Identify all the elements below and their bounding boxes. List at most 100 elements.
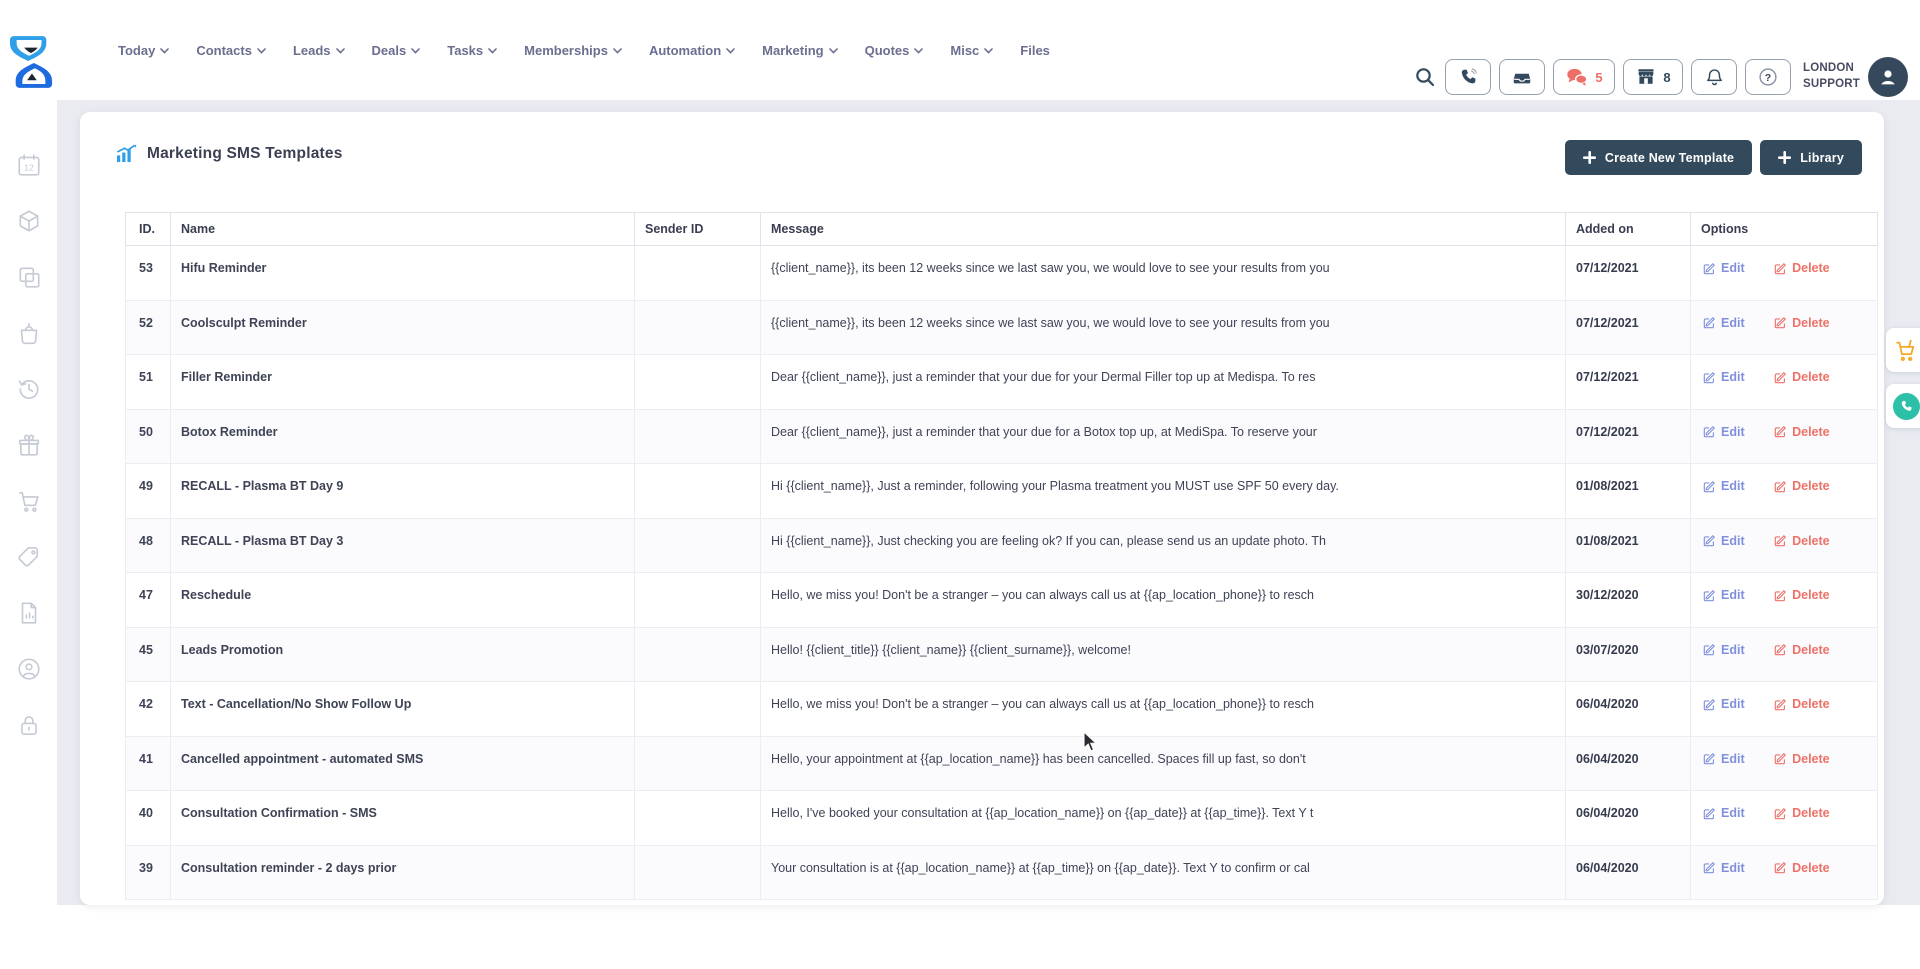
cell-options: Edit Delete	[1691, 300, 1878, 355]
delete-link[interactable]: Delete	[1774, 806, 1830, 820]
sidebar-item-security[interactable]	[16, 712, 42, 738]
avatar[interactable]	[1868, 57, 1908, 97]
cell-added-on: 07/12/2021	[1566, 246, 1691, 301]
cart-orange-icon	[1893, 338, 1918, 363]
edit-link[interactable]: Edit	[1703, 588, 1745, 602]
cell-added-on: 06/04/2020	[1566, 736, 1691, 791]
delete-square-icon	[1774, 371, 1787, 384]
create-new-template-button[interactable]: Create New Template	[1565, 140, 1752, 175]
nav-item-memberships[interactable]: Memberships	[524, 43, 622, 58]
delete-link[interactable]: Delete	[1774, 534, 1830, 548]
user-label-line2: SUPPORT	[1803, 77, 1860, 93]
nav-item-automation[interactable]: Automation	[649, 43, 735, 58]
search-icon[interactable]	[1413, 65, 1437, 89]
nav-item-contacts[interactable]: Contacts	[196, 43, 266, 58]
nav-item-deals[interactable]: Deals	[372, 43, 421, 58]
floating-whatsapp-tab[interactable]	[1886, 384, 1920, 428]
table-header-row: ID. Name Sender ID Message Added on Opti…	[126, 213, 1878, 246]
cell-message: Dear {{client_name}}, just a reminder th…	[761, 355, 1566, 410]
delete-link[interactable]: Delete	[1774, 752, 1830, 766]
edit-link[interactable]: Edit	[1703, 806, 1745, 820]
chat-count-badge: 5	[1595, 70, 1602, 85]
sidebar-item-calendar[interactable]: 12	[16, 152, 42, 178]
nav-item-tasks[interactable]: Tasks	[447, 43, 497, 58]
edit-square-icon	[1703, 316, 1716, 329]
nav-item-quotes[interactable]: Quotes	[865, 43, 924, 58]
sidebar-item-products[interactable]	[16, 208, 42, 234]
cell-name: Consultation Confirmation - SMS	[171, 791, 635, 846]
tag-icon	[16, 544, 42, 570]
delete-link[interactable]: Delete	[1774, 261, 1830, 275]
shop-button[interactable]: 8	[1623, 59, 1683, 95]
cell-added-on: 07/12/2021	[1566, 409, 1691, 464]
sidebar-item-bag[interactable]	[16, 320, 42, 346]
cell-options: Edit Delete	[1691, 736, 1878, 791]
plus-icon	[1583, 151, 1596, 164]
edit-link[interactable]: Edit	[1703, 697, 1745, 711]
nav-item-today[interactable]: Today	[118, 43, 169, 58]
table-row: 49 RECALL - Plasma BT Day 9 Hi {{client_…	[126, 464, 1878, 519]
cell-options: Edit Delete	[1691, 355, 1878, 410]
edit-link[interactable]: Edit	[1703, 534, 1745, 548]
library-button[interactable]: Library	[1760, 140, 1862, 175]
svg-text:?: ?	[1765, 72, 1771, 84]
svg-text:12: 12	[24, 162, 34, 172]
sidebar-item-duplicates[interactable]	[16, 264, 42, 290]
edit-link[interactable]: Edit	[1703, 861, 1745, 875]
edit-square-icon	[1703, 807, 1716, 820]
delete-link[interactable]: Delete	[1774, 861, 1830, 875]
nav-item-marketing[interactable]: Marketing	[762, 43, 837, 58]
help-button[interactable]: ?	[1745, 59, 1791, 95]
delete-link[interactable]: Delete	[1774, 425, 1830, 439]
nav-item-files[interactable]: Files	[1020, 43, 1050, 58]
delete-link[interactable]: Delete	[1774, 479, 1830, 493]
edit-link[interactable]: Edit	[1703, 425, 1745, 439]
cell-options: Edit Delete	[1691, 682, 1878, 737]
phone-button[interactable]	[1445, 59, 1491, 95]
edit-link[interactable]: Edit	[1703, 479, 1745, 493]
sidebar-item-history[interactable]	[16, 376, 42, 402]
column-header-name: Name	[171, 213, 635, 246]
inbox-button[interactable]	[1499, 59, 1545, 95]
cell-name: Filler Reminder	[171, 355, 635, 410]
cell-options: Edit Delete	[1691, 791, 1878, 846]
app-logo-hourglass-icon[interactable]	[8, 34, 54, 90]
delete-link[interactable]: Delete	[1774, 370, 1830, 384]
sidebar-item-reports[interactable]	[16, 600, 42, 626]
floating-cart-tab[interactable]	[1886, 328, 1920, 372]
nav-item-leads[interactable]: Leads	[293, 43, 345, 58]
cell-id: 42	[126, 682, 171, 737]
chevron-down-icon	[914, 48, 923, 54]
nav-item-misc[interactable]: Misc	[950, 43, 993, 58]
delete-link[interactable]: Delete	[1774, 697, 1830, 711]
cell-sender-id	[635, 518, 761, 573]
lock-icon	[16, 712, 42, 738]
user-circle-icon	[16, 656, 42, 682]
templates-table: ID. Name Sender ID Message Added on Opti…	[125, 212, 1877, 900]
delete-link[interactable]: Delete	[1774, 643, 1830, 657]
notifications-button[interactable]	[1691, 59, 1737, 95]
table-row: 53 Hifu Reminder {{client_name}}, its be…	[126, 246, 1878, 301]
cell-sender-id	[635, 573, 761, 628]
delete-link[interactable]: Delete	[1774, 588, 1830, 602]
cell-name: Botox Reminder	[171, 409, 635, 464]
mouse-cursor	[1082, 731, 1102, 753]
cell-sender-id	[635, 464, 761, 519]
edit-link[interactable]: Edit	[1703, 643, 1745, 657]
sidebar-item-tags[interactable]	[16, 544, 42, 570]
cube-icon	[16, 208, 42, 234]
sidebar-item-cart[interactable]	[16, 488, 42, 514]
edit-link[interactable]: Edit	[1703, 261, 1745, 275]
delete-link[interactable]: Delete	[1774, 316, 1830, 330]
delete-square-icon	[1774, 425, 1787, 438]
sidebar-item-account[interactable]	[16, 656, 42, 682]
chevron-down-icon	[984, 48, 993, 54]
edit-link[interactable]: Edit	[1703, 316, 1745, 330]
cell-sender-id	[635, 791, 761, 846]
edit-link[interactable]: Edit	[1703, 752, 1745, 766]
chevron-down-icon	[829, 48, 838, 54]
edit-link[interactable]: Edit	[1703, 370, 1745, 384]
sidebar-item-gift[interactable]	[16, 432, 42, 458]
chat-button[interactable]: 5	[1553, 59, 1615, 95]
cell-added-on: 07/12/2021	[1566, 355, 1691, 410]
